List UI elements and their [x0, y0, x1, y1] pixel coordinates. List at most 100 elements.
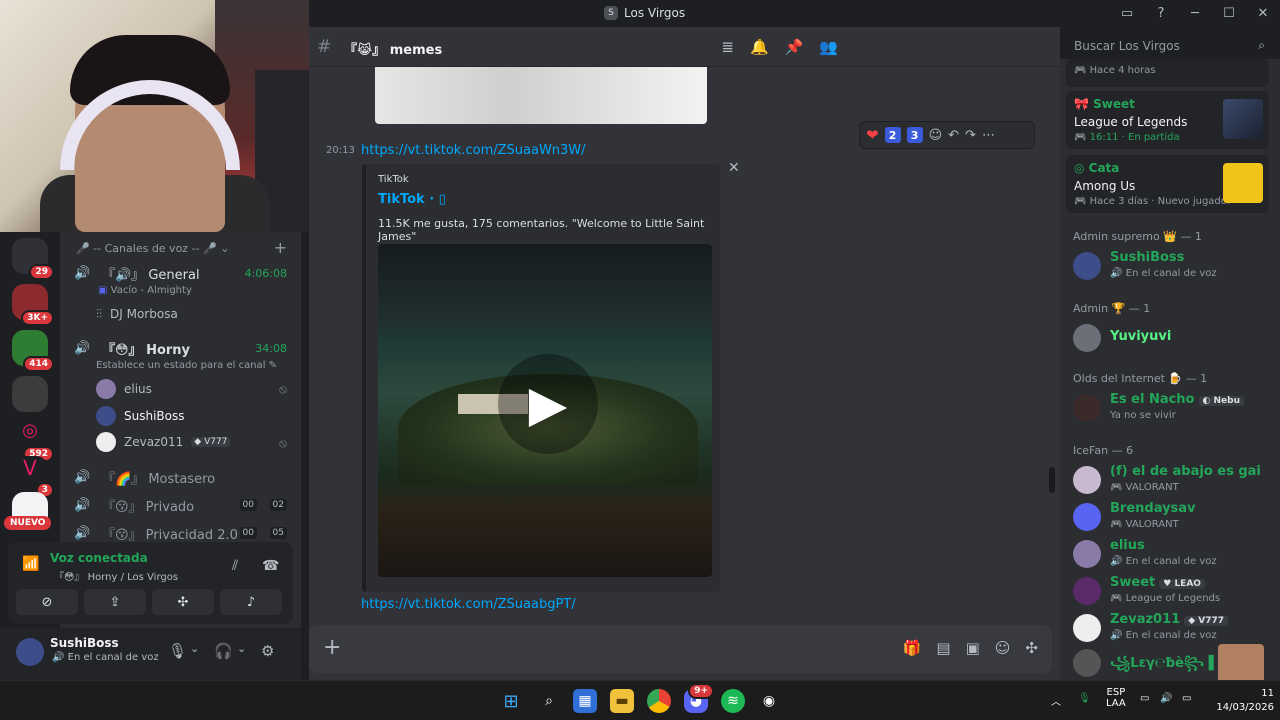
- voice-user[interactable]: ⫶⫶ DJ Morbosa: [96, 303, 178, 325]
- steam-icon[interactable]: ◉: [757, 689, 781, 713]
- server-icon-2[interactable]: 3K+: [12, 284, 54, 326]
- attach-plus-icon[interactable]: +: [323, 635, 341, 660]
- embed-title[interactable]: TikTok · ▯: [378, 192, 446, 207]
- gif-icon[interactable]: ▤: [936, 639, 950, 657]
- member-item[interactable]: Yuviyuvi: [1073, 320, 1273, 358]
- member-item[interactable]: (f) el de abajo es gai 🎮 VALORANT: [1073, 462, 1273, 500]
- gift-icon[interactable]: 🎁: [903, 639, 922, 657]
- channel-header: # 『😹』 memes ≣ 🔔 📌 👥: [309, 27, 1060, 67]
- activities-button[interactable]: ✣: [152, 589, 214, 615]
- voice-channel-horny[interactable]: 🔊 『😳』 Horny 34:08: [60, 336, 301, 360]
- add-reaction-icon[interactable]: ☺: [929, 128, 943, 143]
- soundboard-button[interactable]: ♪: [220, 589, 282, 615]
- server-icon-1[interactable]: 29: [12, 238, 54, 280]
- message-link[interactable]: https://vt.tiktok.com/ZSuaabgPT/: [361, 597, 576, 612]
- settings-gear-icon[interactable]: ⚙: [261, 642, 274, 660]
- store-icon[interactable]: ▦: [573, 689, 597, 713]
- voice-user[interactable]: SushiBoss: [96, 405, 185, 427]
- voice-user[interactable]: elius: [96, 378, 152, 400]
- chrome-icon[interactable]: [647, 689, 671, 713]
- reaction-two[interactable]: 2: [884, 127, 901, 143]
- headphones-icon[interactable]: 🎧: [214, 642, 233, 660]
- avatar[interactable]: [16, 638, 44, 666]
- add-channel-icon[interactable]: +: [274, 238, 287, 257]
- pin-icon[interactable]: 📌: [785, 38, 804, 56]
- video-thumbnail[interactable]: ▶: [378, 244, 712, 577]
- inbox-icon[interactable]: ▭: [1110, 0, 1144, 27]
- activity-card[interactable]: ◎ Cata Among Us 🎮 Hace 3 días · Nuevo ju…: [1066, 155, 1269, 213]
- user-limit: 05: [269, 527, 287, 539]
- network-icon[interactable]: ▭: [1140, 693, 1149, 704]
- voice-category[interactable]: 🎤 -- Canales de voz -- 🎤 ⌄: [76, 242, 229, 255]
- threads-icon[interactable]: ≣: [721, 38, 734, 56]
- discord-icon[interactable]: ◕ 9+: [684, 683, 714, 713]
- voice-channel-mostasero[interactable]: 🔊 『🌈』 Mostasero: [60, 465, 301, 489]
- activity-card[interactable]: 🎀 Sweet League of Legends 🎮 16:11 · En p…: [1066, 91, 1269, 149]
- heart-reaction-icon[interactable]: ❤: [866, 126, 879, 144]
- member-item[interactable]: SushiBoss 🔊 En el canal de voz: [1073, 248, 1273, 286]
- tray-chevron-up-icon[interactable]: ︿: [1051, 693, 1061, 708]
- play-icon[interactable]: ▶: [498, 354, 598, 454]
- server-icon-3[interactable]: 414: [12, 330, 54, 372]
- activity-card[interactable]: 🎮 Hace 4 horas: [1066, 59, 1269, 87]
- new-badge: NUEVO: [4, 516, 52, 530]
- reaction-three[interactable]: 3: [906, 127, 923, 143]
- spotify-icon[interactable]: ≋: [721, 689, 745, 713]
- noise-suppression-icon[interactable]: ⫽: [232, 558, 238, 574]
- member-item[interactable]: Zevaz011 ◆ V777 🔊 En el canal de voz: [1073, 610, 1273, 648]
- clock[interactable]: 11 14/03/2026: [1216, 687, 1274, 715]
- search-input[interactable]: Buscar Los Virgos ⌕: [1066, 34, 1271, 58]
- search-icon[interactable]: ⌕: [537, 689, 561, 713]
- channel-status[interactable]: Establece un estado para el canal ✎: [96, 360, 277, 371]
- chevron-down-icon[interactable]: ⌄: [237, 642, 246, 655]
- activity-user-text: Sweet: [1093, 97, 1135, 111]
- valorant-server-icon[interactable]: V3: [12, 456, 54, 498]
- member-status-text: En el canal de voz: [1125, 556, 1217, 567]
- mic-tray-icon[interactable]: 🎙: [1078, 693, 1091, 704]
- voice-user[interactable]: Zevaz011 ◆ V777: [96, 431, 231, 453]
- apps-icon[interactable]: ✣: [1025, 639, 1038, 657]
- message-link[interactable]: https://vt.tiktok.com/ZSuaaWn3W/: [361, 143, 586, 158]
- reply-icon[interactable]: ↶: [948, 128, 959, 143]
- window-controls: ▭ ? ─ ☐ ✕: [1110, 0, 1280, 27]
- screen-share-button[interactable]: ⇪: [84, 589, 146, 615]
- close-button[interactable]: ✕: [1246, 0, 1280, 27]
- server-icon-4[interactable]: [12, 376, 48, 412]
- user-limit: 02: [269, 499, 287, 511]
- forward-icon[interactable]: ↷: [965, 128, 976, 143]
- battery-icon[interactable]: ▭: [1182, 693, 1191, 704]
- channel-status-text: Establece un estado para el canal: [96, 360, 266, 371]
- voice-channel-privado[interactable]: 🔊 『😗』 Privado 00 02: [60, 493, 301, 517]
- maximize-button[interactable]: ☐: [1212, 0, 1246, 27]
- language-indicator[interactable]: ESP LAA: [1106, 687, 1126, 709]
- member-item[interactable]: Brendaysav 🎮 VALORANT: [1073, 499, 1273, 537]
- composer-icons: 🎁 ▤ ▣ ☺ ✣: [903, 639, 1038, 657]
- camera-button[interactable]: ⊘: [16, 589, 78, 615]
- message-composer[interactable]: + 🎁 ▤ ▣ ☺ ✣: [309, 625, 1052, 673]
- volume-icon[interactable]: 🔊: [1160, 693, 1172, 704]
- sticker-icon[interactable]: ▣: [966, 639, 980, 657]
- user-count: 00: [239, 499, 257, 511]
- image-attachment[interactable]: [375, 67, 707, 124]
- close-embed-icon[interactable]: ✕: [728, 160, 740, 176]
- member-item[interactable]: Sweet ♥ LEAO 🎮 League of Legends: [1073, 573, 1273, 611]
- disconnect-icon[interactable]: ☎: [262, 558, 279, 574]
- member-item[interactable]: elius 🔊 En el canal de voz: [1073, 536, 1273, 574]
- emoji-icon[interactable]: ☺: [995, 639, 1011, 657]
- bell-icon[interactable]: 🔔: [750, 38, 769, 56]
- members-icon[interactable]: 👥: [819, 38, 838, 56]
- voice-user-name: SushiBoss: [124, 409, 185, 423]
- help-icon[interactable]: ?: [1144, 0, 1178, 27]
- chat-scrollbar[interactable]: [1049, 467, 1055, 493]
- chevron-down-icon[interactable]: ⌄: [190, 642, 199, 655]
- voice-status-sub[interactable]: 『😳』 Horny / Los Virgos: [54, 568, 178, 583]
- microphone-icon[interactable]: 🎙: [168, 642, 187, 660]
- member-item[interactable]: Es el Nacho ◐ Nebu Ya no se vivir: [1073, 390, 1273, 428]
- server-icon-5[interactable]: ◎ 592: [12, 420, 54, 462]
- file-explorer-icon[interactable]: ▬: [610, 689, 634, 713]
- minimize-button[interactable]: ─: [1178, 0, 1212, 27]
- start-windows-icon[interactable]: ⊞: [499, 689, 523, 713]
- voice-channel-general[interactable]: 🔊 『🔊』 General 4:06:08: [60, 261, 301, 285]
- more-icon[interactable]: ⋯: [982, 128, 995, 143]
- member-name-text: Zevaz011: [1110, 612, 1181, 627]
